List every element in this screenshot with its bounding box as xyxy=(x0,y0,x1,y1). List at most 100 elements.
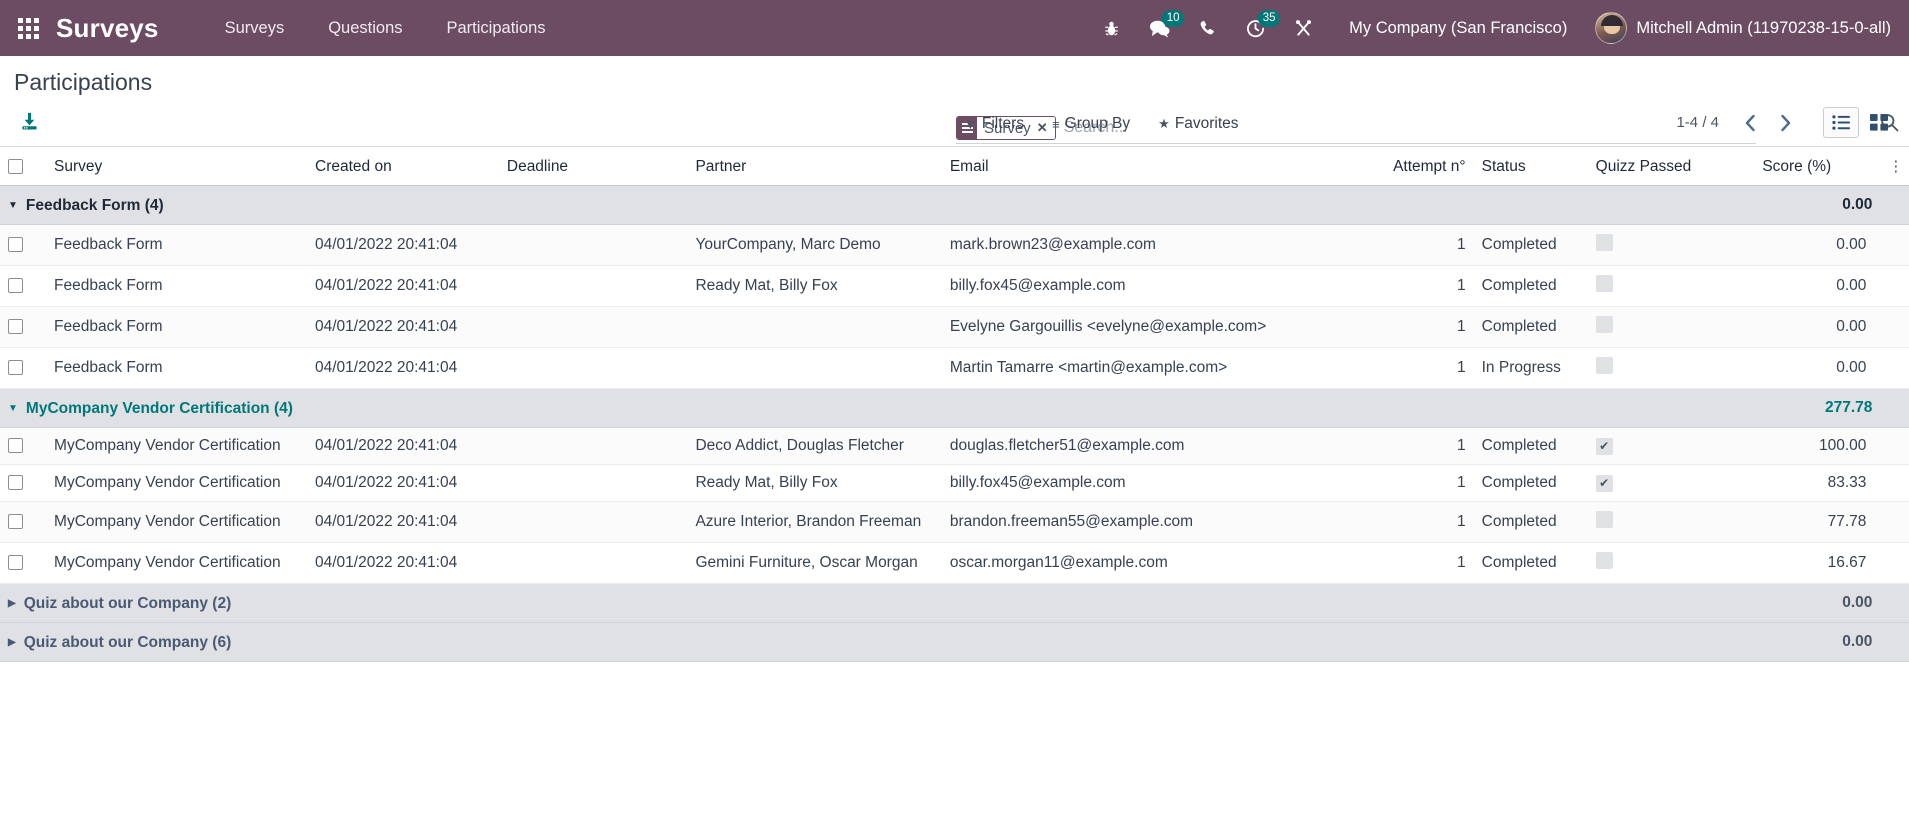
cell-score: 83.33 xyxy=(1827,474,1867,491)
row-checkbox[interactable] xyxy=(8,438,23,454)
table-row[interactable]: MyCompany Vendor Certification 04/01/202… xyxy=(0,427,1909,465)
pager-count[interactable]: 1-4 / 4 xyxy=(1676,114,1731,131)
row-select[interactable] xyxy=(0,307,46,348)
column-header-created-on[interactable]: Created on xyxy=(307,147,499,186)
row-select[interactable] xyxy=(0,225,46,266)
cell-deadline xyxy=(499,307,688,348)
row-checkbox[interactable] xyxy=(8,475,23,491)
group-row-quiz-about-our-company-2[interactable]: ▶ Quiz about our Company (2) 0.00 xyxy=(0,583,1909,623)
lines-icon: ≡ xyxy=(1052,116,1060,132)
menu-item-questions[interactable]: Questions xyxy=(306,0,424,56)
list-view-button[interactable] xyxy=(1823,107,1859,138)
cell-attempt: 1 xyxy=(1457,318,1466,335)
filters-dropdown[interactable]: ▼ Filters xyxy=(950,111,1038,137)
quizz-checkbox-checked: ✔ xyxy=(1595,474,1613,492)
cell-quizz-passed xyxy=(1588,502,1755,543)
app-brand-title[interactable]: Surveys xyxy=(56,13,203,44)
cell-survey: MyCompany Vendor Certification xyxy=(54,437,281,454)
row-checkbox[interactable] xyxy=(8,319,23,335)
phone-icon[interactable] xyxy=(1183,0,1231,56)
messages-icon[interactable]: 10 xyxy=(1135,0,1185,56)
cell-partner: YourCompany, Marc Demo xyxy=(695,236,881,253)
table-row[interactable]: MyCompany Vendor Certification 04/01/202… xyxy=(0,464,1909,502)
group-header-cell[interactable]: ▼ Feedback Form (4) xyxy=(0,186,1754,225)
row-checkbox[interactable] xyxy=(8,278,23,294)
select-all-checkbox[interactable] xyxy=(8,158,23,174)
company-switcher[interactable]: My Company (San Francisco) xyxy=(1327,19,1583,38)
group-label: Quiz about our Company (2) xyxy=(23,595,232,612)
group-row-mycompany-vendor-certification[interactable]: ▼ MyCompany Vendor Certification (4) 277… xyxy=(0,388,1909,428)
group-header-cell[interactable]: ▶ Quiz about our Company (6) xyxy=(0,623,1754,662)
row-select[interactable] xyxy=(0,428,46,465)
column-header-deadline[interactable]: Deadline xyxy=(498,147,688,186)
favorites-dropdown[interactable]: ★ Favorites xyxy=(1144,111,1252,137)
group-row-feedback-form[interactable]: ▼ Feedback Form (4) 0.00 xyxy=(0,185,1909,225)
table-row[interactable]: MyCompany Vendor Certification 04/01/202… xyxy=(0,542,1909,584)
cell-score: 0.00 xyxy=(1836,277,1867,294)
group-header-cell[interactable]: ▶ Quiz about our Company (2) xyxy=(0,584,1754,623)
table-row[interactable]: Feedback Form 04/01/2022 20:41:04 Ready … xyxy=(0,265,1909,307)
download-icon[interactable] xyxy=(19,111,40,132)
row-checkbox[interactable] xyxy=(8,514,23,530)
select-all-header[interactable] xyxy=(0,147,47,186)
column-header-quizz-passed[interactable]: Quizz Passed xyxy=(1587,147,1755,186)
row-checkbox[interactable] xyxy=(8,360,23,376)
activities-badge: 35 xyxy=(1258,10,1281,27)
cell-attempt: 1 xyxy=(1457,437,1466,454)
row-select[interactable] xyxy=(0,543,46,584)
cell-spacer xyxy=(1880,543,1909,584)
column-header-score[interactable]: Score (%) xyxy=(1754,147,1881,186)
group-aggregate-score: 0.00 xyxy=(1842,633,1873,650)
column-header-attempt[interactable]: Attempt n° xyxy=(1380,147,1474,186)
user-menu[interactable]: Mitchell Admin (11970238-15-0-all) xyxy=(1583,12,1895,44)
chevron-right-icon[interactable] xyxy=(1770,112,1801,134)
group-row-quiz-about-our-company-6[interactable]: ▶ Quiz about our Company (6) 0.00 xyxy=(0,622,1909,662)
table-row[interactable]: Feedback Form 04/01/2022 20:41:04 Martin… xyxy=(0,347,1909,389)
quizz-checkbox-unchecked xyxy=(1595,316,1613,333)
group-by-dropdown[interactable]: ≡ Group By xyxy=(1038,111,1144,137)
tools-icon[interactable] xyxy=(1279,0,1327,56)
cell-email: oscar.morgan11@example.com xyxy=(949,554,1168,571)
column-header-status[interactable]: Status xyxy=(1473,147,1588,186)
row-select[interactable] xyxy=(0,266,46,307)
group-spacer xyxy=(1880,186,1909,225)
optional-columns-toggle[interactable]: ⋮ xyxy=(1880,147,1909,186)
cell-email: mark.brown23@example.com xyxy=(949,236,1156,253)
column-header-email[interactable]: Email xyxy=(941,147,1381,186)
user-name-label: Mitchell Admin (11970238-15-0-all) xyxy=(1636,18,1891,37)
bug-icon[interactable] xyxy=(1087,0,1135,56)
column-header-partner[interactable]: Partner xyxy=(687,147,942,186)
filters-label: Filters xyxy=(981,115,1025,132)
caret-down-icon: ▼ xyxy=(8,403,18,414)
menu-item-participations[interactable]: Participations xyxy=(425,0,568,56)
cell-spacer xyxy=(1880,428,1909,465)
chevron-left-icon[interactable] xyxy=(1735,112,1766,134)
cell-created-on: 04/01/2022 20:41:04 xyxy=(315,318,458,335)
row-select[interactable] xyxy=(0,502,46,543)
grid-apps-icon xyxy=(17,17,39,39)
cell-email: brandon.freeman55@example.com xyxy=(949,513,1194,530)
group-header-cell[interactable]: ▼ MyCompany Vendor Certification (4) xyxy=(0,389,1754,428)
table-row[interactable]: MyCompany Vendor Certification 04/01/202… xyxy=(0,501,1909,543)
table-header: Survey Created on Deadline Partner Email… xyxy=(0,147,1909,186)
activities-clock-icon[interactable]: 35 xyxy=(1231,0,1281,56)
row-select[interactable] xyxy=(0,465,46,502)
cell-spacer xyxy=(1880,225,1909,266)
cell-score: 16.67 xyxy=(1827,554,1867,571)
cell-spacer xyxy=(1880,502,1909,543)
row-checkbox[interactable] xyxy=(8,555,23,571)
pager-and-views: 1-4 / 4 xyxy=(1676,107,1897,138)
table-row[interactable]: Feedback Form 04/01/2022 20:41:04 YourCo… xyxy=(0,224,1909,266)
kanban-view-button[interactable] xyxy=(1861,107,1897,138)
row-checkbox[interactable] xyxy=(8,237,23,253)
row-select[interactable] xyxy=(0,348,46,389)
control-panel: Participations Survey ✕ ▼ xyxy=(0,56,1909,147)
table-row[interactable]: Feedback Form 04/01/2022 20:41:04 Evelyn… xyxy=(0,306,1909,348)
apps-menu-button[interactable] xyxy=(0,0,56,56)
quizz-checkbox-unchecked xyxy=(1595,357,1613,374)
systray: 10 35 My Company (San Francisco) Mitchel… xyxy=(1087,0,1895,56)
vertical-dots-icon[interactable]: ⋮ xyxy=(1888,158,1903,175)
column-header-survey[interactable]: Survey xyxy=(46,147,307,186)
cell-status: In Progress xyxy=(1481,359,1561,376)
menu-item-surveys[interactable]: Surveys xyxy=(203,0,307,56)
